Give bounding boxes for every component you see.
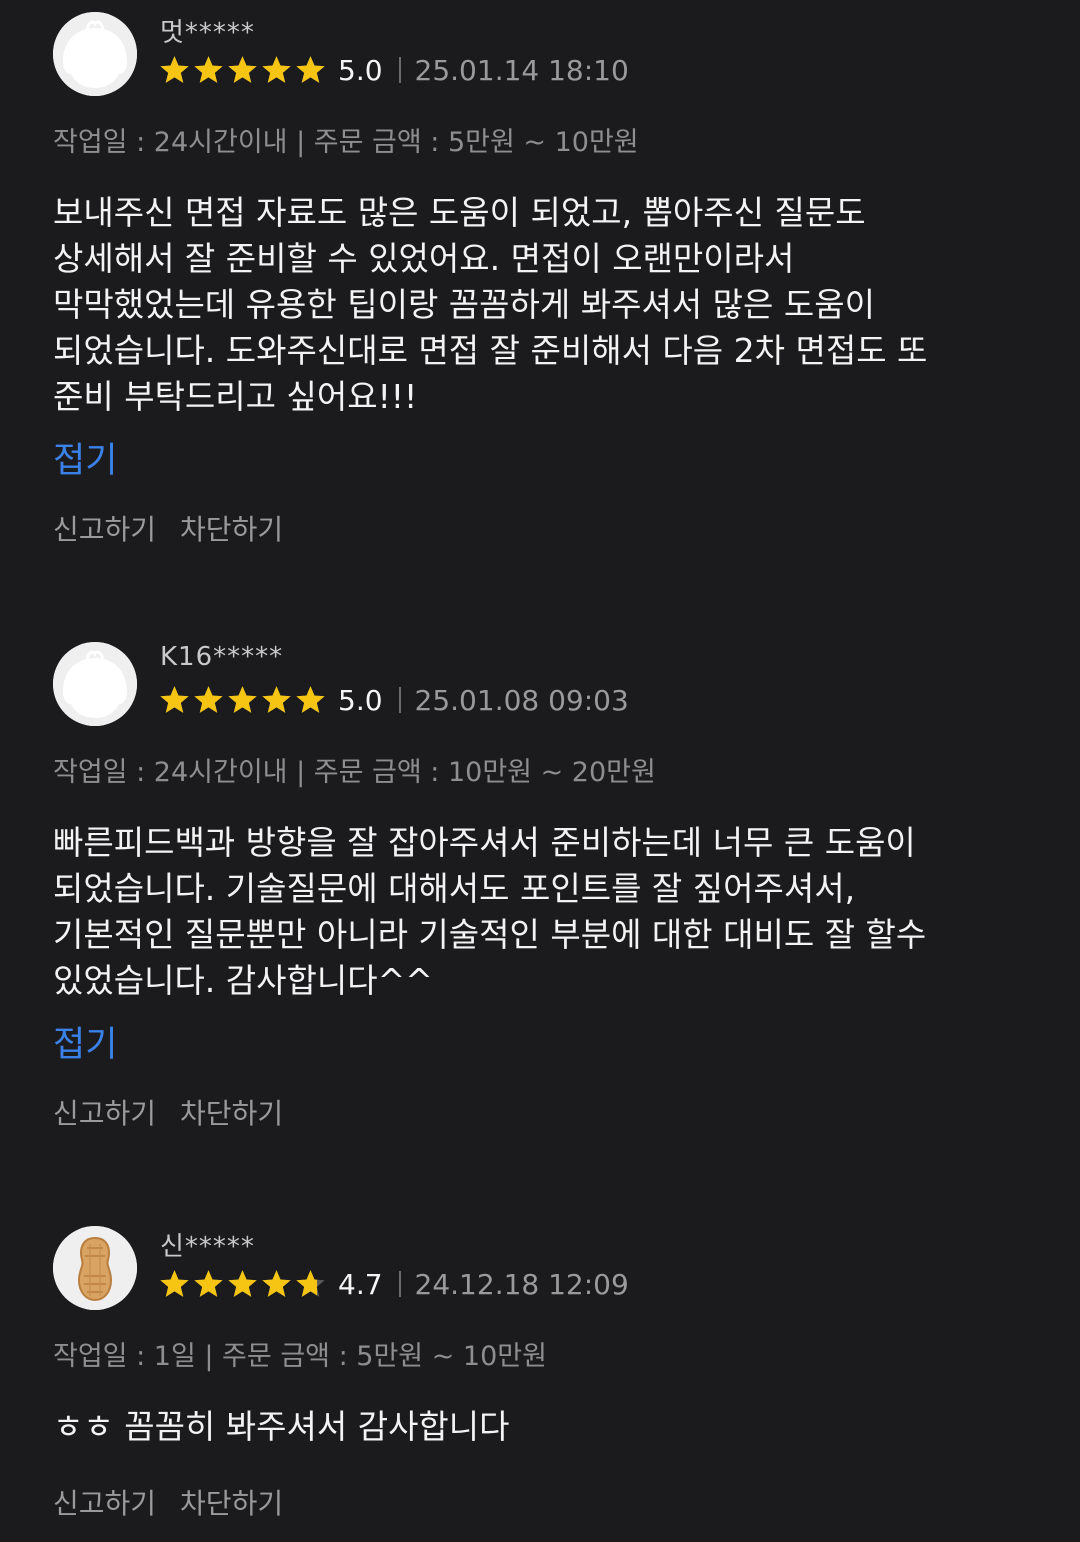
star-icon <box>262 55 291 83</box>
star-rating <box>158 54 328 87</box>
review-date: 24.12.18 12:09 <box>414 1267 629 1301</box>
report-button[interactable]: 신고하기 <box>53 508 156 548</box>
review-actions: 신고하기 차단하기 <box>53 1092 307 1132</box>
order-meta: 작업일 : 24시간이내 | 주문 금액 : 10만원 ~ 20만원 <box>53 757 656 788</box>
reviewer-name: K16***** <box>160 642 284 672</box>
star-rating <box>158 1268 328 1301</box>
fold-link[interactable]: 접기 <box>53 1016 117 1067</box>
star-icon <box>228 55 257 83</box>
star-icon <box>228 685 257 713</box>
star-icon <box>296 1269 325 1297</box>
star-icon <box>160 685 189 713</box>
star-icon <box>194 685 223 713</box>
star-icon <box>160 1269 189 1297</box>
order-meta: 작업일 : 1일 | 주문 금액 : 5만원 ~ 10만원 <box>53 1341 547 1372</box>
review-date: 25.01.14 18:10 <box>414 53 629 87</box>
reviewer-name: 신***** <box>160 1232 255 1262</box>
review-date: 25.01.08 09:03 <box>414 683 629 717</box>
reviewer-name: 멋***** <box>160 18 255 48</box>
rating-row: 4.7 24.12.18 12:09 <box>158 1266 629 1302</box>
review-text: 빠른피드백과 방향을 잘 잡아주셔서 준비하는데 너무 큰 도움이 되었습니다.… <box>53 823 927 1000</box>
rating-score: 4.7 <box>338 1267 383 1301</box>
order-meta: 작업일 : 24시간이내 | 주문 금액 : 5만원 ~ 10만원 <box>53 127 639 158</box>
fold-link[interactable]: 접기 <box>53 432 117 483</box>
default-profile-icon[interactable] <box>53 12 137 96</box>
default-profile-icon[interactable] <box>53 642 137 726</box>
star-icon <box>160 55 189 83</box>
review-actions: 신고하기 차단하기 <box>53 1482 307 1522</box>
star-icon <box>296 685 325 713</box>
star-icon <box>296 55 325 83</box>
review-text: 보내주신 면접 자료도 많은 도움이 되었고, 뽑아주신 질문도 상세해서 잘 … <box>53 193 928 416</box>
divider <box>398 687 401 713</box>
peanut-icon[interactable] <box>53 1226 137 1310</box>
star-icon <box>262 1269 291 1297</box>
rating-row: 5.0 25.01.08 09:03 <box>158 682 629 718</box>
star-icon <box>194 1269 223 1297</box>
star-icon <box>262 685 291 713</box>
block-button[interactable]: 차단하기 <box>180 508 283 548</box>
review-actions: 신고하기 차단하기 <box>53 508 307 548</box>
review-text: ㅎㅎ 꼼꼼히 봐주셔서 감사합니다 <box>53 1407 510 1446</box>
divider <box>398 1271 401 1297</box>
star-icon <box>194 55 223 83</box>
block-button[interactable]: 차단하기 <box>180 1092 283 1132</box>
block-button[interactable]: 차단하기 <box>180 1482 283 1522</box>
star-rating <box>158 684 328 717</box>
rating-row: 5.0 25.01.14 18:10 <box>158 52 629 88</box>
report-button[interactable]: 신고하기 <box>53 1092 156 1132</box>
rating-score: 5.0 <box>338 53 383 87</box>
divider <box>398 57 401 83</box>
star-icon <box>228 1269 257 1297</box>
report-button[interactable]: 신고하기 <box>53 1482 156 1522</box>
rating-score: 5.0 <box>338 683 383 717</box>
